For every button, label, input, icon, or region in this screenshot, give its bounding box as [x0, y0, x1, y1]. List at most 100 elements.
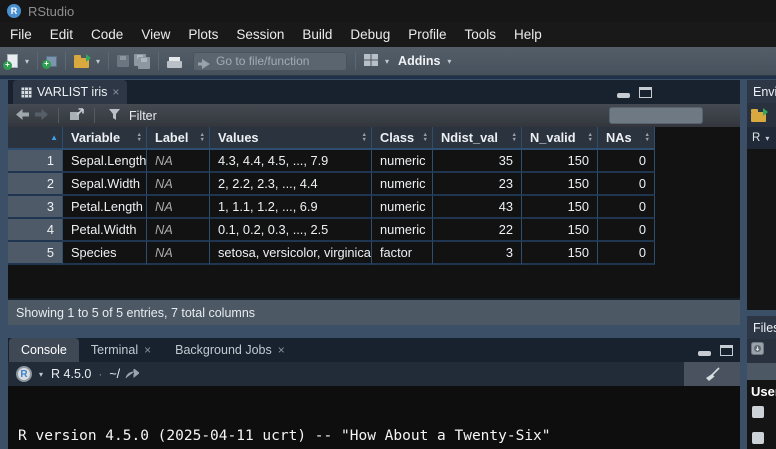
back-icon[interactable]	[16, 107, 29, 125]
class-cell: factor	[372, 242, 433, 265]
open-file-icon[interactable]	[74, 58, 89, 68]
sort-icon: ▲▼	[362, 133, 367, 142]
menu-code[interactable]: Code	[82, 27, 132, 42]
environment-language-selector[interactable]: R ▾	[747, 127, 776, 149]
goto-file-input[interactable]	[193, 52, 347, 71]
clear-console-button[interactable]	[684, 362, 740, 386]
file-checkbox[interactable]	[752, 406, 764, 418]
header-class[interactable]: Class▲▼	[372, 127, 433, 150]
broom-icon	[703, 367, 721, 382]
nvalid-cell: 150	[522, 196, 598, 219]
addins-dropdown-icon[interactable]: ▾	[447, 57, 451, 66]
menubar: File Edit Code View Plots Session Build …	[0, 22, 776, 47]
minimize-pane-icon[interactable]	[617, 93, 630, 98]
new-file-dropdown-icon[interactable]: ▾	[25, 57, 29, 66]
header-ndist-val[interactable]: Ndist_val▲▼	[433, 127, 522, 150]
addins-button[interactable]: Addins	[398, 54, 440, 68]
header-values[interactable]: Values▲▼	[210, 127, 372, 150]
tab-environment[interactable]: Environment	[747, 80, 776, 103]
environment-toolbar	[747, 103, 776, 127]
header-nas[interactable]: NAs▲▼	[598, 127, 655, 150]
sort-icon: ▲▼	[423, 133, 428, 142]
sorted-ascending-icon: ▲	[50, 133, 58, 142]
file-checkbox[interactable]	[752, 432, 764, 444]
working-directory: ~/	[109, 367, 120, 381]
data-viewer-pane: VARLIST iris × Filter ▲ Variab	[8, 80, 740, 325]
table-row: 3 Petal.Length NA 1, 1.1, 1.2, ..., 6.9 …	[8, 196, 740, 219]
table-row: 5 Species NA setosa, versicolor, virgini…	[8, 242, 740, 265]
console-tabbar: Console Terminal × Background Jobs ×	[8, 338, 740, 362]
save-icon[interactable]	[117, 55, 129, 67]
menu-plots[interactable]: Plots	[179, 27, 227, 42]
panes-dropdown-icon[interactable]: ▾	[385, 57, 389, 66]
save-all-icon[interactable]	[134, 54, 150, 69]
class-cell: numeric	[372, 173, 433, 196]
window-titlebar: R RStudio	[0, 0, 776, 22]
menu-build[interactable]: Build	[293, 27, 341, 42]
tab-files[interactable]: Files	[747, 316, 776, 339]
table-row: 4 Petal.Width NA 0.1, 0.2, 0.3, ..., 2.5…	[8, 219, 740, 242]
open-file-dropdown-icon[interactable]: ▾	[96, 57, 100, 66]
label-cell: NA	[147, 173, 210, 196]
ndist-cell: 35	[433, 150, 522, 173]
variable-cell: Species	[63, 242, 147, 265]
close-tab-icon[interactable]: ×	[112, 87, 119, 97]
print-icon[interactable]	[167, 57, 182, 68]
values-cell: 2, 2.2, 2.3, ..., 4.4	[210, 173, 372, 196]
files-item-label: User	[751, 384, 776, 399]
new-project-icon[interactable]: +	[46, 56, 57, 67]
viewer-toolbar: Filter	[8, 104, 740, 127]
load-workspace-icon[interactable]	[751, 112, 766, 122]
menu-view[interactable]: View	[132, 27, 179, 42]
filter-button[interactable]: Filter	[129, 109, 157, 123]
table-header-row: ▲ Variable▲▼ Label▲▼ Values▲▼ Class▲▼ Nd…	[8, 127, 740, 150]
menu-edit[interactable]: Edit	[41, 27, 82, 42]
maximize-pane-icon[interactable]	[720, 345, 733, 356]
menu-profile[interactable]: Profile	[399, 27, 455, 42]
sort-icon: ▲▼	[512, 133, 517, 142]
nvalid-cell: 150	[522, 173, 598, 196]
menu-session[interactable]: Session	[227, 27, 293, 42]
panes-layout-icon[interactable]	[364, 53, 378, 71]
header-variable[interactable]: Variable▲▼	[63, 127, 147, 150]
maximize-pane-icon[interactable]	[639, 87, 652, 98]
filter-icon[interactable]	[109, 107, 120, 125]
minimize-pane-icon[interactable]	[698, 351, 711, 356]
header-rownum[interactable]: ▲	[8, 127, 63, 150]
sort-icon: ▲▼	[588, 133, 593, 142]
close-tab-icon[interactable]: ×	[144, 345, 151, 355]
environment-pane: Environment R ▾	[747, 80, 776, 310]
data-grid-icon	[21, 87, 32, 98]
files-toolbar	[747, 339, 776, 363]
table-search-input[interactable]	[609, 107, 703, 124]
menu-file[interactable]: File	[1, 27, 41, 42]
open-in-new-window-icon[interactable]	[69, 107, 84, 125]
new-folder-icon[interactable]	[751, 342, 764, 360]
chevron-down-icon: ▾	[765, 134, 769, 143]
tab-background-jobs[interactable]: Background Jobs ×	[163, 338, 297, 362]
menu-tools[interactable]: Tools	[455, 27, 505, 42]
popout-directory-icon[interactable]	[125, 366, 139, 384]
tab-terminal[interactable]: Terminal ×	[79, 338, 163, 362]
r-version-dropdown-icon[interactable]: ▾	[39, 370, 43, 379]
class-cell: numeric	[372, 219, 433, 242]
menu-help[interactable]: Help	[505, 27, 551, 42]
new-file-icon[interactable]: +	[7, 54, 18, 68]
menu-debug[interactable]: Debug	[341, 27, 399, 42]
console-output: R version 4.5.0 (2025-04-11 ucrt) -- "Ho…	[18, 394, 733, 449]
viewer-tabbar: VARLIST iris ×	[8, 80, 740, 104]
forward-icon[interactable]	[35, 107, 48, 125]
label-cell: NA	[147, 196, 210, 219]
tab-varlist-iris[interactable]: VARLIST iris ×	[13, 80, 127, 104]
ndist-cell: 43	[433, 196, 522, 219]
variable-cell: Sepal.Length	[63, 150, 147, 173]
variable-cell: Sepal.Width	[63, 173, 147, 196]
header-label[interactable]: Label▲▼	[147, 127, 210, 150]
label-cell: NA	[147, 150, 210, 173]
variable-cell: Petal.Width	[63, 219, 147, 242]
console-line: R version 4.5.0 (2025-04-11 ucrt) -- "Ho…	[18, 428, 733, 445]
tab-console[interactable]: Console	[9, 338, 79, 362]
values-cell: 1, 1.1, 1.2, ..., 6.9	[210, 196, 372, 219]
header-n-valid[interactable]: N_valid▲▼	[522, 127, 598, 150]
close-tab-icon[interactable]: ×	[278, 345, 285, 355]
